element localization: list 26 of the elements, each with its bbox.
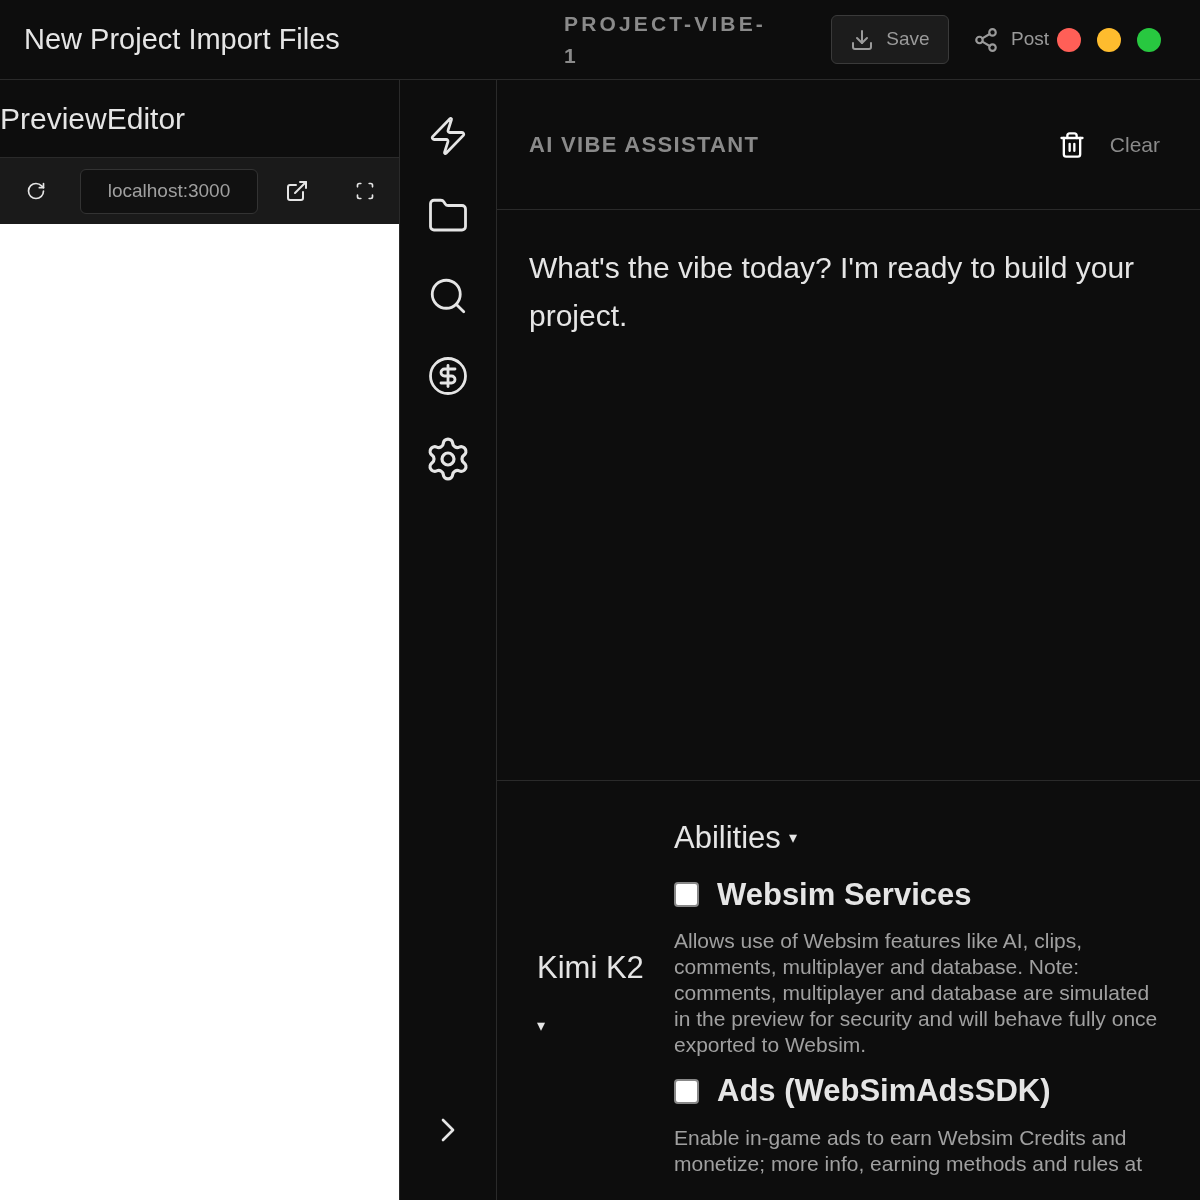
model-selector[interactable]: Kimi K2 bbox=[537, 945, 674, 992]
project-name: PROJECT-VIBE-1 bbox=[564, 10, 767, 69]
ability-description: Enable in-game ads to earn Websim Credits and monetize; more info, earning methods and rules at bbox=[674, 1124, 1144, 1177]
download-tray-icon bbox=[850, 27, 875, 52]
ability-label: Websim Services bbox=[717, 875, 972, 914]
post-button[interactable]: Post bbox=[973, 25, 1050, 54]
abilities-caret[interactable]: ▾ bbox=[788, 826, 797, 851]
share-icon bbox=[973, 26, 999, 53]
refresh-icon[interactable] bbox=[26, 181, 46, 201]
ability-label: Ads (WebSimAdsSDK) bbox=[717, 1072, 1051, 1110]
ability-description: Allows use of Websim features like AI, clips, comments, multiplayer and database. Note: comments, multiplayer and database are simulated in the preview for security and will behave fully once exported to Websim. bbox=[674, 928, 1159, 1058]
abilities-title[interactable]: Abilities bbox=[674, 815, 781, 862]
external-link-icon[interactable] bbox=[285, 179, 309, 203]
model-caret[interactable]: ▾ bbox=[537, 1013, 674, 1038]
trash-icon bbox=[1057, 130, 1086, 159]
save-button[interactable]: Save bbox=[831, 15, 949, 64]
dollar-circle-icon[interactable] bbox=[427, 355, 469, 397]
checkbox[interactable] bbox=[674, 882, 699, 908]
checkbox[interactable] bbox=[674, 1078, 699, 1104]
menu-text: New Project Import Files bbox=[24, 21, 341, 57]
clear-button[interactable]: Clear bbox=[1057, 128, 1160, 161]
fullscreen-icon[interactable] bbox=[355, 181, 375, 201]
assistant-title: AI VIBE ASSISTANT bbox=[529, 131, 760, 159]
assistant-message: What's the vibe today? I'm ready to build your project. bbox=[529, 250, 1136, 334]
panel-title: PreviewEditor bbox=[0, 101, 186, 137]
url-field[interactable]: localhost:3000 bbox=[80, 168, 258, 214]
